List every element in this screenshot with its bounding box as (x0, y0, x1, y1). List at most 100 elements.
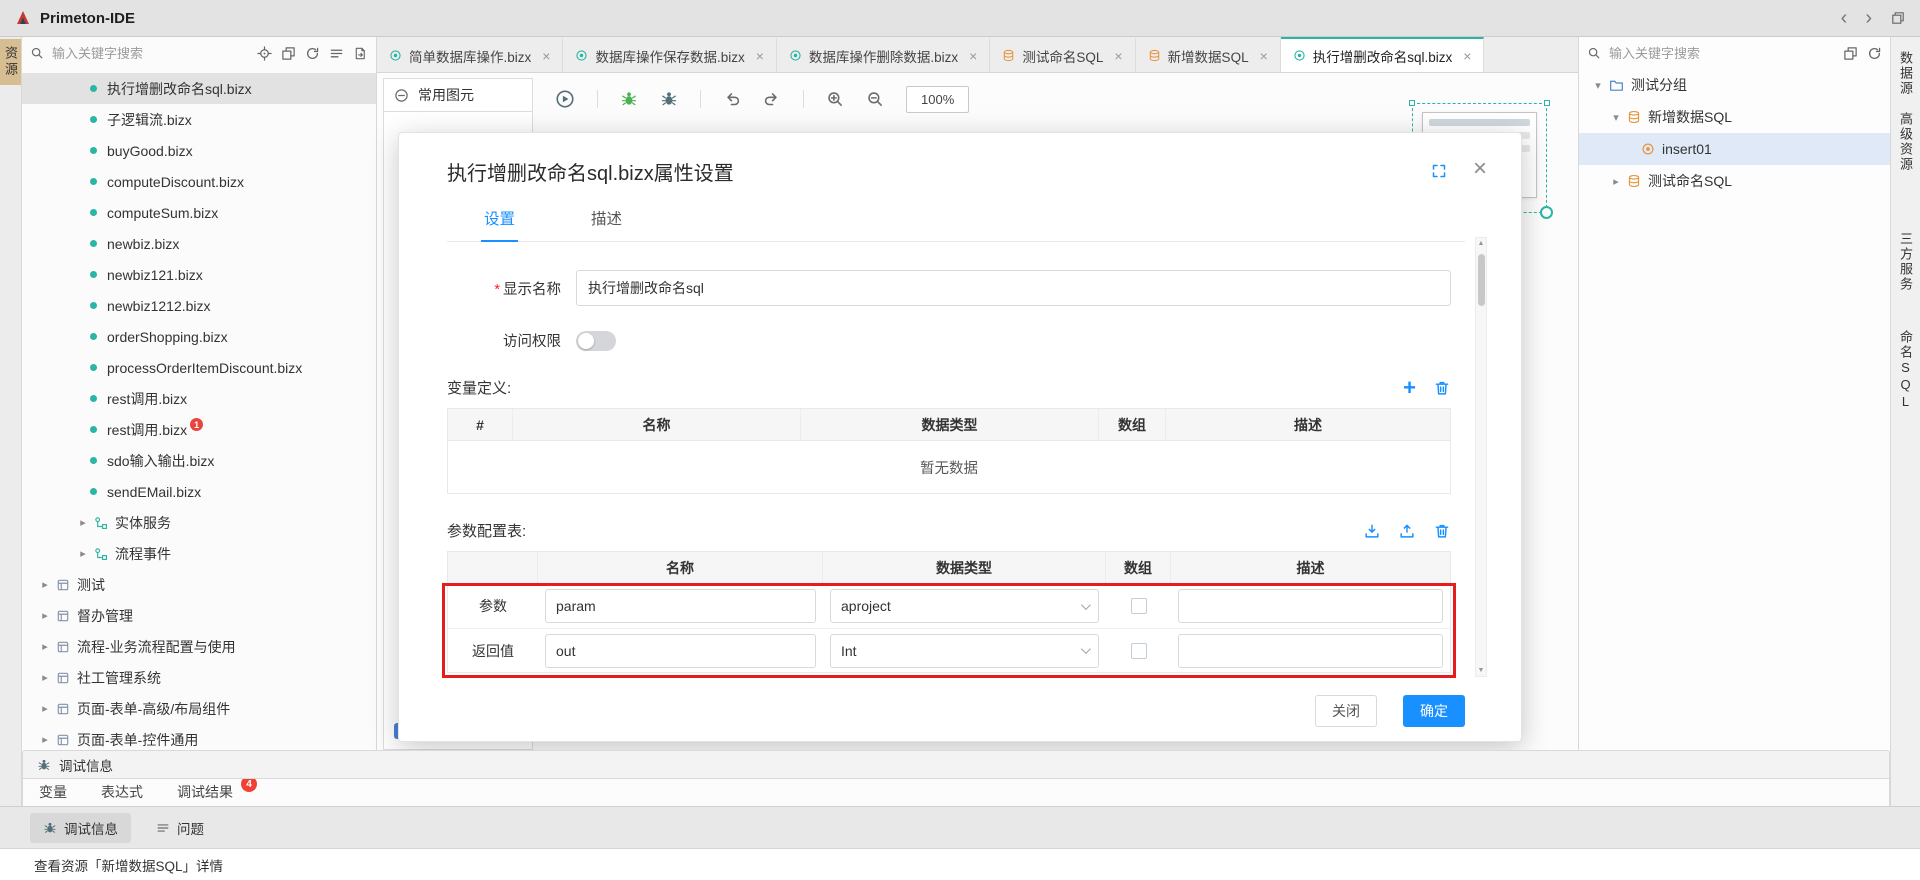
array-checkbox[interactable] (1131, 643, 1147, 659)
debug-icon[interactable] (620, 90, 638, 108)
tree-item[interactable]: newbiz.bizx (22, 228, 376, 259)
sql-search-input[interactable] (1609, 46, 1835, 61)
delete-param-icon[interactable] (1433, 522, 1451, 540)
resource-search-input[interactable] (52, 46, 249, 61)
access-toggle[interactable] (576, 331, 616, 351)
confirm-button[interactable]: 确定 (1403, 695, 1465, 727)
display-name-input[interactable] (576, 270, 1451, 306)
close-tab-icon[interactable]: × (1114, 48, 1122, 64)
caret-right-icon[interactable]: ▸ (40, 671, 50, 684)
tree-item[interactable]: buyGood.bizx (22, 135, 376, 166)
tree-item[interactable]: ▸实体服务 (22, 507, 376, 538)
tree-item[interactable]: ▸页面-表单-控件通用 (22, 724, 376, 750)
tree-item[interactable]: computeSum.bizx (22, 197, 376, 228)
undo-icon[interactable] (723, 90, 741, 108)
param-desc-input[interactable] (1178, 589, 1443, 623)
editor-tab[interactable]: 新增数据SQL× (1136, 37, 1281, 72)
zoom-in-icon[interactable] (826, 90, 844, 108)
tree-item[interactable]: ▸督办管理 (22, 600, 376, 631)
maximize-dialog-icon[interactable] (1431, 163, 1447, 179)
tree-item[interactable]: newbiz121.bizx (22, 259, 376, 290)
selection-handle[interactable] (1544, 100, 1550, 106)
caret-right-icon[interactable]: ▸ (78, 516, 88, 529)
locate-icon[interactable] (257, 46, 272, 61)
return-type-select[interactable]: Int (830, 634, 1099, 668)
close-tab-icon[interactable]: × (1463, 48, 1471, 64)
tab-settings[interactable]: 设置 (481, 198, 518, 242)
tree-item[interactable]: ▸测试 (22, 569, 376, 600)
export-doc-icon[interactable] (353, 46, 368, 61)
tree-item[interactable]: 子逻辑流.bizx (22, 104, 376, 135)
collapse-panels-icon[interactable] (1843, 46, 1858, 61)
caret-right-icon[interactable]: ▸ (40, 640, 50, 653)
tree-item[interactable]: ▸流程-业务流程配置与使用 (22, 631, 376, 662)
editor-tab[interactable]: 数据库操作删除数据.bizx× (777, 37, 990, 72)
editor-tab[interactable]: 数据库操作保存数据.bizx× (563, 37, 776, 72)
close-dialog-icon[interactable]: × (1473, 155, 1487, 183)
selection-handle[interactable] (1409, 100, 1415, 106)
zoom-level-select[interactable]: 100% (906, 86, 969, 113)
zoom-out-icon[interactable] (866, 90, 884, 108)
tree-item[interactable]: ▸社工管理系统 (22, 662, 376, 693)
close-tab-icon[interactable]: × (542, 48, 550, 64)
run-flow-icon[interactable] (555, 89, 575, 109)
editor-tab[interactable]: 测试命名SQL× (990, 37, 1135, 72)
bottom-tab-debug[interactable]: 调试信息 (30, 813, 131, 843)
scroll-up-icon[interactable]: ▲ (1476, 240, 1486, 247)
tree-item[interactable]: orderShopping.bizx (22, 321, 376, 352)
nav-forward-icon[interactable]: › (1865, 8, 1872, 28)
caret-right-icon[interactable]: ▸ (40, 702, 50, 715)
editor-tab[interactable]: 简单数据库操作.bizx× (377, 37, 563, 72)
close-button[interactable]: 关闭 (1315, 695, 1377, 727)
import-params-icon[interactable] (1363, 522, 1381, 540)
caret-down-icon[interactable]: ▾ (1593, 79, 1603, 92)
nav-back-icon[interactable]: ‹ (1841, 8, 1848, 28)
caret-right-icon[interactable]: ▸ (40, 609, 50, 622)
palette-header[interactable]: 常用图元 (383, 78, 533, 112)
strip-tab-datasource[interactable]: 数据源 (1891, 43, 1920, 104)
dialog-scrollbar[interactable]: ▲ ▼ (1475, 237, 1487, 677)
tree-item[interactable]: sendEMail.bizx (22, 476, 376, 507)
tree-item[interactable]: ▸流程事件 (22, 538, 376, 569)
tree-item-selected[interactable]: insert01 (1579, 133, 1890, 165)
scroll-down-icon[interactable]: ▼ (1476, 667, 1486, 674)
tree-item[interactable]: ▾测试分组 (1579, 69, 1890, 101)
tree-item[interactable]: ▾新增数据SQL (1579, 101, 1890, 133)
caret-down-icon[interactable]: ▾ (1611, 111, 1621, 124)
node-link-port[interactable] (1540, 206, 1553, 219)
tree-item[interactable]: newbiz1212.bizx (22, 290, 376, 321)
return-name-input[interactable] (545, 634, 816, 668)
tab-expressions[interactable]: 表达式 (101, 782, 143, 802)
caret-right-icon[interactable]: ▸ (40, 733, 50, 746)
collapse-minus-icon[interactable] (394, 88, 409, 103)
tab-debug-results[interactable]: 调试结果 (177, 782, 233, 802)
refresh-icon[interactable] (1867, 46, 1882, 61)
strip-tab-thirdparty[interactable]: 三方服务 (1891, 224, 1920, 300)
tree-item[interactable]: ▸测试命名SQL (1579, 165, 1890, 197)
tab-description[interactable]: 描述 (588, 198, 625, 241)
window-restore-icon[interactable] (1890, 10, 1906, 26)
close-tab-icon[interactable]: × (756, 48, 764, 64)
add-variable-icon[interactable]: + (1403, 380, 1416, 396)
tree-item[interactable]: 执行增删改命名sql.bizx (22, 73, 376, 104)
strip-tab-advanced[interactable]: 高级资源 (1891, 104, 1920, 180)
collapse-panels-icon[interactable] (281, 46, 296, 61)
caret-right-icon[interactable]: ▸ (40, 578, 50, 591)
sort-list-icon[interactable] (329, 46, 344, 61)
close-tab-icon[interactable]: × (969, 48, 977, 64)
tree-item[interactable]: sdo输入输出.bizx (22, 445, 376, 476)
scrollbar-thumb[interactable] (1478, 254, 1485, 306)
close-tab-icon[interactable]: × (1260, 48, 1268, 64)
debug-settings-icon[interactable] (660, 90, 678, 108)
tree-item[interactable]: rest调用.bizx1 (22, 414, 376, 445)
return-desc-input[interactable] (1178, 634, 1443, 668)
tree-item[interactable]: computeDiscount.bizx (22, 166, 376, 197)
export-params-icon[interactable] (1398, 522, 1416, 540)
tree-item[interactable]: ▸页面-表单-高级/布局组件 (22, 693, 376, 724)
bottom-tab-problems[interactable]: 问题 (143, 813, 217, 843)
array-checkbox[interactable] (1131, 598, 1147, 614)
debug-panel-header[interactable]: 调试信息 (22, 750, 1890, 779)
tree-item[interactable]: rest调用.bizx (22, 383, 376, 414)
caret-right-icon[interactable]: ▸ (1611, 175, 1621, 188)
delete-variable-icon[interactable] (1433, 379, 1451, 397)
